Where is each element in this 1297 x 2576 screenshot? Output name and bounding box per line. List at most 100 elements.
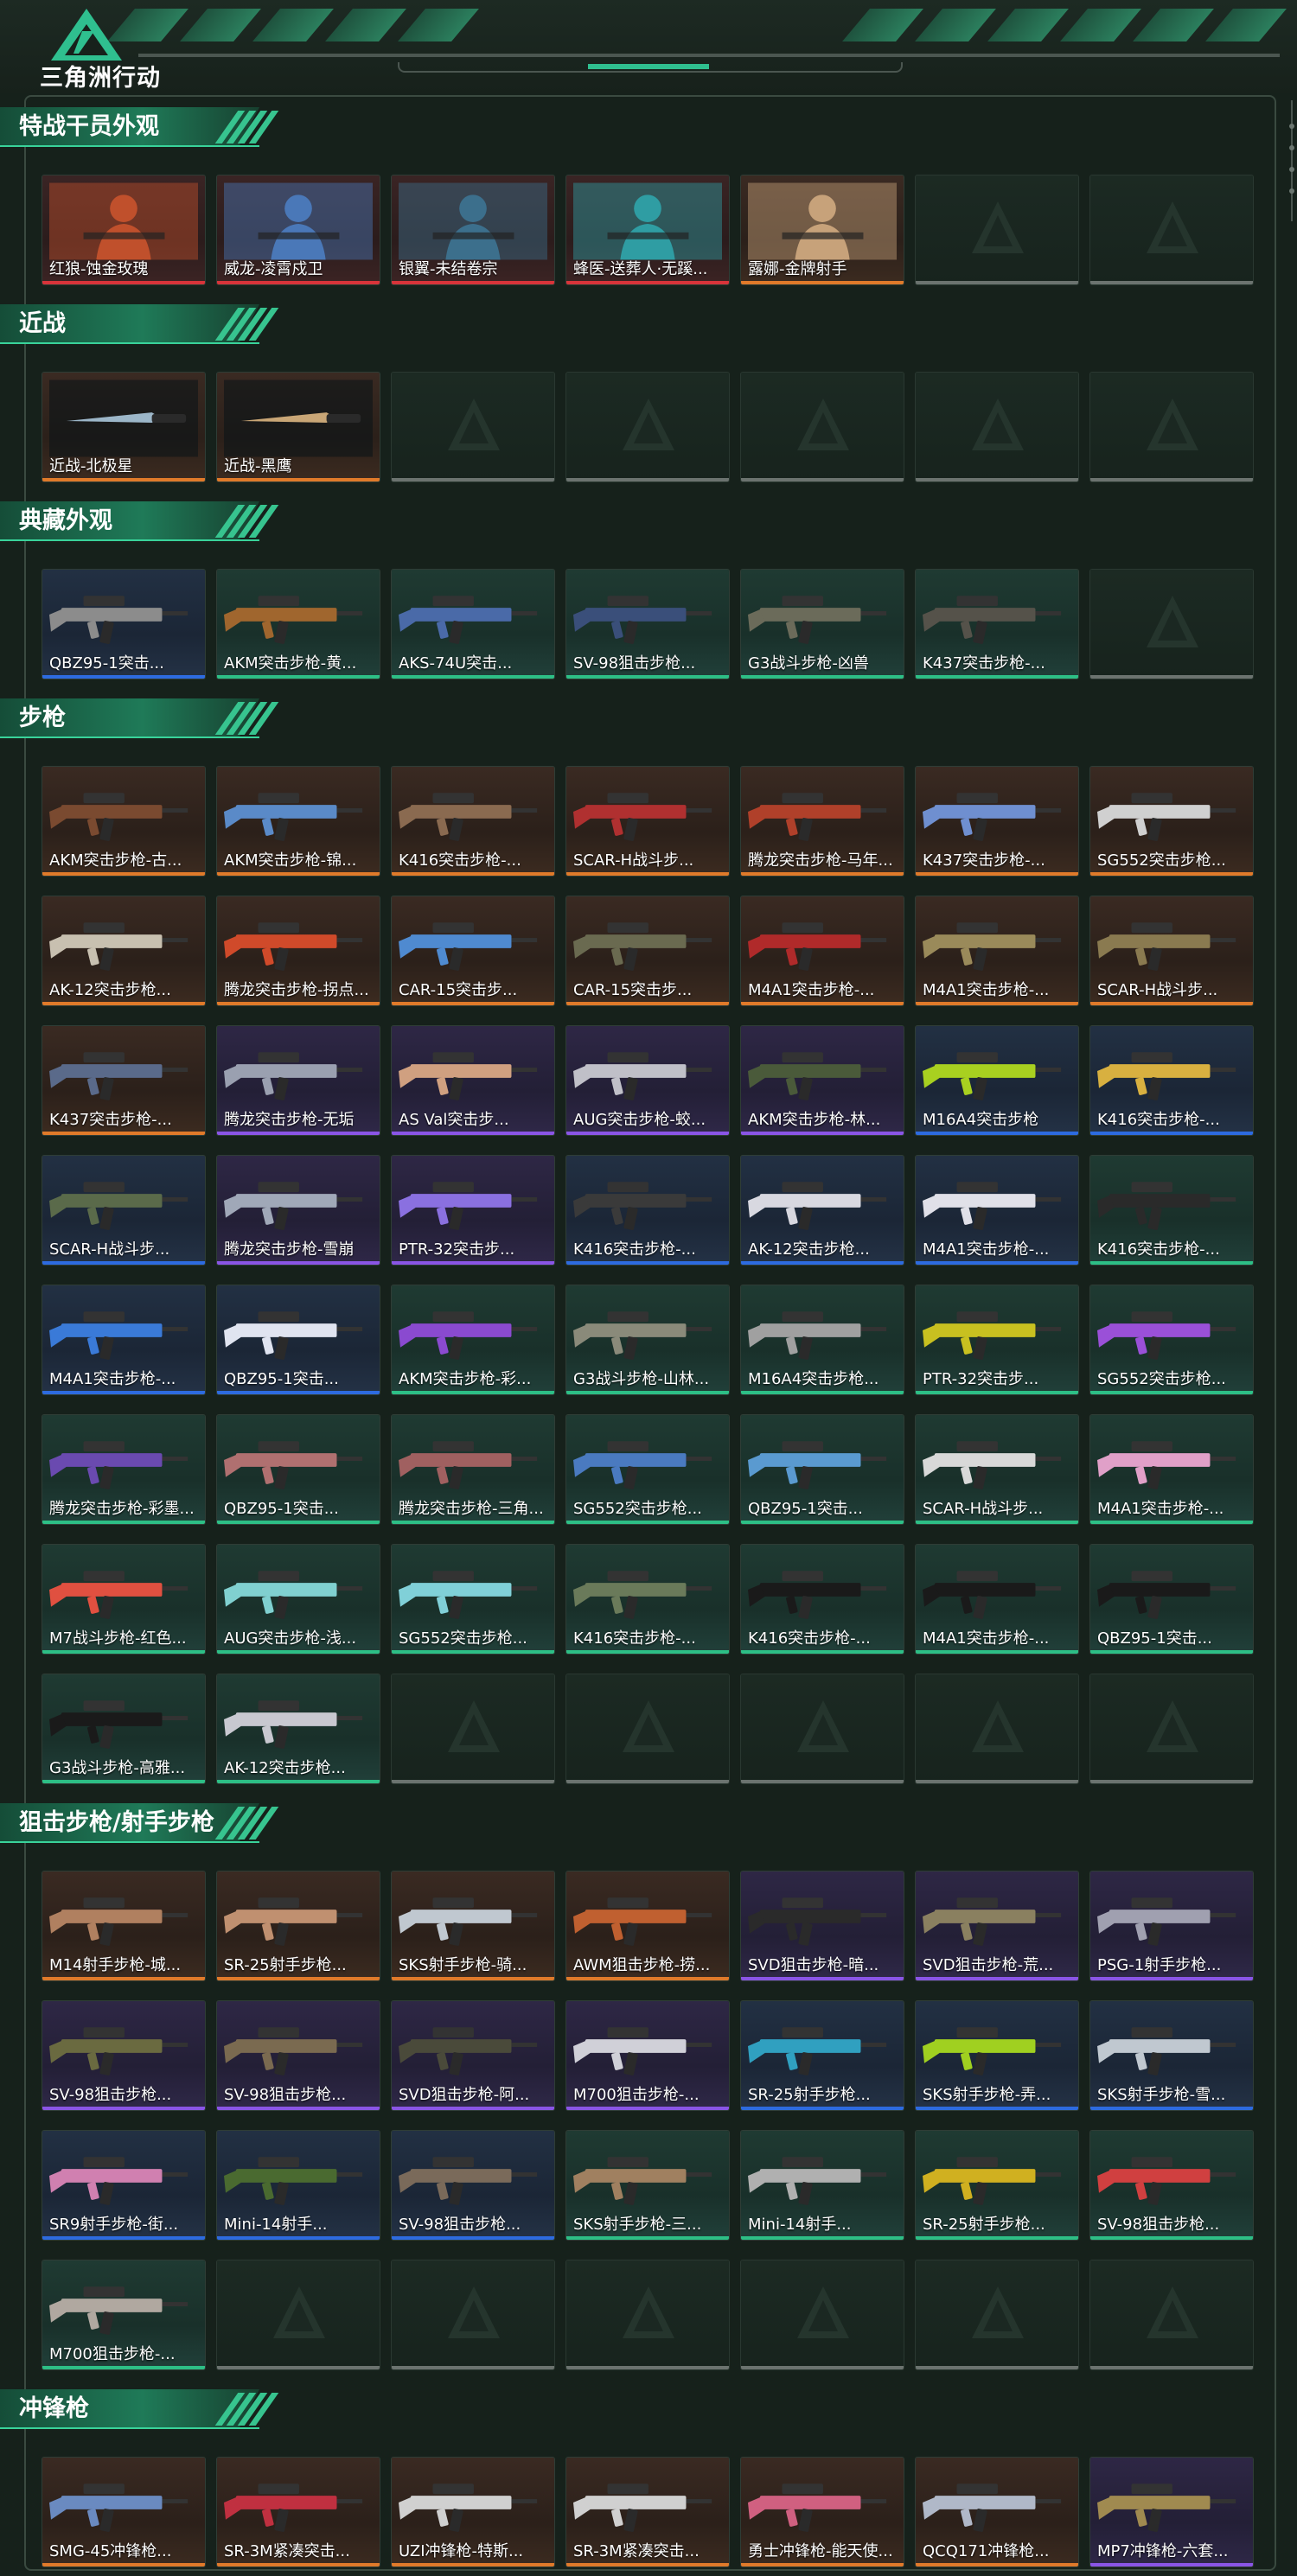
collection-card[interactable]: K437突击步枪-... xyxy=(915,569,1079,679)
collection-card[interactable]: AWM狙击步枪-捞... xyxy=(565,1871,730,1981)
collection-card[interactable]: AKM突击步枪-彩... xyxy=(391,1285,555,1395)
collection-card[interactable]: SCAR-H战斗步... xyxy=(42,1155,206,1266)
collection-card[interactable]: PTR-32突击步... xyxy=(915,1285,1079,1395)
collection-card[interactable]: QBZ95-1突击... xyxy=(216,1414,380,1525)
collection-card[interactable]: M700狙击步枪-... xyxy=(565,2000,730,2111)
collection-card[interactable]: AUG突击步枪-蛟... xyxy=(565,1025,730,1136)
collection-card[interactable]: QCQ171冲锋枪... xyxy=(915,2457,1079,2567)
collection-card[interactable]: 腾龙突击步枪-三角... xyxy=(391,1414,555,1525)
collection-card[interactable]: 腾龙突击步枪-拐点... xyxy=(216,896,380,1006)
collection-card[interactable]: SR-3M紧凑突击... xyxy=(565,2457,730,2567)
collection-card[interactable]: UZI冲锋枪-特斯... xyxy=(391,2457,555,2567)
item-name: M4A1突击步枪-... xyxy=(748,981,875,999)
collection-card[interactable]: SVD狙击步枪-荒... xyxy=(915,1871,1079,1981)
collection-card[interactable]: QBZ95-1突击... xyxy=(740,1414,904,1525)
collection-card[interactable]: K416突击步枪-... xyxy=(565,1155,730,1266)
collection-card[interactable]: AK-12突击步枪... xyxy=(216,1674,380,1784)
collection-card[interactable]: SR-25射手步枪... xyxy=(915,2130,1079,2241)
collection-card[interactable]: SG552突击步枪... xyxy=(1089,1285,1254,1395)
collection-card[interactable]: M700狙击步枪-... xyxy=(42,2260,206,2370)
collection-card[interactable]: 腾龙突击步枪-雪崩 xyxy=(216,1155,380,1266)
collection-card[interactable]: 近战-北极星 xyxy=(42,372,206,482)
collection-card[interactable]: SR9射手步枪-街... xyxy=(42,2130,206,2241)
collection-card[interactable]: CAR-15突击步... xyxy=(565,896,730,1006)
collection-card[interactable]: 露娜-金牌射手 xyxy=(740,175,904,285)
collection-card[interactable]: M16A4突击步枪... xyxy=(740,1285,904,1395)
collection-card[interactable]: SKS射手步枪-骑... xyxy=(391,1871,555,1981)
collection-card[interactable]: M4A1突击步枪-... xyxy=(915,896,1079,1006)
collection-card[interactable]: SV-98狙击步枪... xyxy=(391,2130,555,2241)
collection-card[interactable]: 勇士冲锋枪-能天使... xyxy=(740,2457,904,2567)
collection-card[interactable]: SMG-45冲锋枪... xyxy=(42,2457,206,2567)
weapon-image xyxy=(399,1033,547,1111)
collection-card[interactable]: AKS-74U突击... xyxy=(391,569,555,679)
collection-card[interactable]: AKM突击步枪-古... xyxy=(42,766,206,877)
collection-card[interactable]: K416突击步枪-... xyxy=(565,1544,730,1655)
collection-card[interactable]: SR-25射手步枪... xyxy=(216,1871,380,1981)
collection-card[interactable]: 腾龙突击步枪-马年... xyxy=(740,766,904,877)
collection-card[interactable]: QBZ95-1突击... xyxy=(1089,1544,1254,1655)
collection-card[interactable]: SG552突击步枪... xyxy=(1089,766,1254,877)
collection-card[interactable]: SR-25射手步枪... xyxy=(740,2000,904,2111)
collection-card[interactable]: Mini-14射手... xyxy=(740,2130,904,2241)
collection-card[interactable]: AKM突击步枪-锦... xyxy=(216,766,380,877)
collection-card[interactable]: AK-12突击步枪... xyxy=(740,1155,904,1266)
collection-card[interactable]: 腾龙突击步枪-彩墨... xyxy=(42,1414,206,1525)
collection-card[interactable]: M14射手步枪-城... xyxy=(42,1871,206,1981)
collection-card[interactable]: 威龙-凌霄戍卫 xyxy=(216,175,380,285)
collection-card[interactable]: SR-3M紧凑突击... xyxy=(216,2457,380,2567)
collection-card[interactable]: PSG-1射手步枪... xyxy=(1089,1871,1254,1981)
collection-card[interactable]: SV-98狙击步枪... xyxy=(565,569,730,679)
collection-card[interactable]: SKS射手步枪-雪... xyxy=(1089,2000,1254,2111)
rarity-bar xyxy=(916,1002,1078,1005)
collection-card[interactable]: SCAR-H战斗步... xyxy=(1089,896,1254,1006)
collection-card[interactable]: CAR-15突击步... xyxy=(391,896,555,1006)
collection-card[interactable]: QBZ95-1突击... xyxy=(42,569,206,679)
collection-card[interactable]: 红狼-蚀金玫瑰 xyxy=(42,175,206,285)
collection-card[interactable]: SV-98狙击步枪... xyxy=(42,2000,206,2111)
collection-card[interactable]: Mini-14射手... xyxy=(216,2130,380,2241)
collection-card[interactable]: SVD狙击步枪-暗... xyxy=(740,1871,904,1981)
collection-card[interactable]: K416突击步枪-... xyxy=(740,1544,904,1655)
collection-card[interactable]: K416突击步枪-... xyxy=(1089,1025,1254,1136)
collection-card[interactable]: M4A1突击步枪-... xyxy=(915,1544,1079,1655)
collection-card[interactable]: 蜂医-送葬人·无蹊... xyxy=(565,175,730,285)
collection-card[interactable]: K416突击步枪-... xyxy=(1089,1155,1254,1266)
collection-card[interactable]: SG552突击步枪... xyxy=(391,1544,555,1655)
collection-card[interactable]: M7战斗步枪-红色... xyxy=(42,1544,206,1655)
collection-card[interactable]: M4A1突击步枪-... xyxy=(42,1285,206,1395)
collection-card[interactable]: M4A1突击步枪-... xyxy=(1089,1414,1254,1525)
collection-card[interactable]: AK-12突击步枪... xyxy=(42,896,206,1006)
collection-card[interactable]: K437突击步枪-... xyxy=(42,1025,206,1136)
collection-card[interactable]: 近战-黑鹰 xyxy=(216,372,380,482)
collection-card[interactable]: QBZ95-1突击... xyxy=(216,1285,380,1395)
collection-card[interactable]: AUG突击步枪-浅... xyxy=(216,1544,380,1655)
collection-card[interactable]: SVD狙击步枪-阿... xyxy=(391,2000,555,2111)
collection-card[interactable]: SV-98狙击步枪... xyxy=(216,2000,380,2111)
collection-card[interactable]: AKM突击步枪-黄... xyxy=(216,569,380,679)
placeholder-logo-icon xyxy=(1147,2286,1198,2338)
collection-card[interactable]: MP7冲锋枪-六套... xyxy=(1089,2457,1254,2567)
collection-card[interactable]: SCAR-H战斗步... xyxy=(915,1414,1079,1525)
collection-card[interactable]: G3战斗步枪-山林... xyxy=(565,1285,730,1395)
rarity-bar xyxy=(217,872,380,876)
collection-card[interactable]: M16A4突击步枪 xyxy=(915,1025,1079,1136)
collection-card[interactable]: SKS射手步枪-弄... xyxy=(915,2000,1079,2111)
collection-card[interactable]: 腾龙突击步枪-无垢 xyxy=(216,1025,380,1136)
collection-card[interactable]: AKM突击步枪-林... xyxy=(740,1025,904,1136)
collection-card[interactable]: K437突击步枪-... xyxy=(915,766,1079,877)
collection-card[interactable]: SCAR-H战斗步... xyxy=(565,766,730,877)
rarity-bar xyxy=(42,1132,205,1135)
collection-card[interactable]: PTR-32突击步... xyxy=(391,1155,555,1266)
collection-card[interactable]: 银翼-未结卷宗 xyxy=(391,175,555,285)
collection-card[interactable]: G3战斗步枪-凶兽 xyxy=(740,569,904,679)
collection-card[interactable]: SV-98狙击步枪... xyxy=(1089,2130,1254,2241)
collection-card[interactable]: AS Val突击步... xyxy=(391,1025,555,1136)
collection-card[interactable]: SG552突击步枪... xyxy=(565,1414,730,1525)
collection-card[interactable]: G3战斗步枪-高雅... xyxy=(42,1674,206,1784)
rarity-bar xyxy=(217,1780,380,1783)
collection-card[interactable]: M4A1突击步枪-... xyxy=(740,896,904,1006)
collection-card[interactable]: SKS射手步枪-三... xyxy=(565,2130,730,2241)
collection-card[interactable]: M4A1突击步枪-... xyxy=(915,1155,1079,1266)
collection-card[interactable]: K416突击步枪-... xyxy=(391,766,555,877)
